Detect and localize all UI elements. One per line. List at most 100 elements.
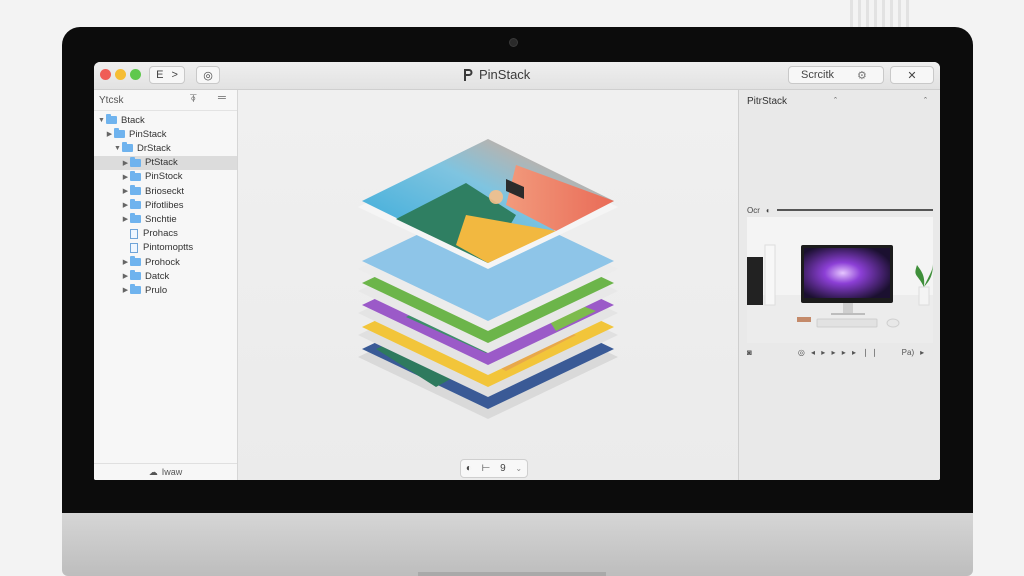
close-window-button[interactable] <box>100 69 111 80</box>
back-button[interactable]: E <box>156 69 163 81</box>
decorative-stripes <box>850 0 910 28</box>
folder-icon <box>130 170 141 181</box>
search-button[interactable]: Scrcitk ⚙ <box>788 66 884 84</box>
folder-icon <box>130 284 141 295</box>
chevron-icon[interactable]: ▶ <box>121 258 130 266</box>
document-icon <box>130 242 138 253</box>
sidebar-item-label: Brioseckt <box>145 185 185 197</box>
playback-controls: ◙ ◎ ◂ ▸ ▸ ▸ ▸ ❘❘ Pa) ▸ <box>747 346 933 358</box>
page-control[interactable]: ◐ ⊢ 9 ⌄ <box>460 459 528 478</box>
sidebar-item-label: PinStack <box>129 128 167 140</box>
chevron-icon[interactable]: ▶ <box>121 187 130 195</box>
sidebar-item[interactable]: ▶ Prulo <box>94 283 237 297</box>
sidebar-item[interactable]: ▶ Datck <box>94 269 237 283</box>
sidebar-item[interactable]: ▶ Snchtie <box>94 212 237 226</box>
app-title: PinStack <box>479 67 531 82</box>
close-button[interactable]: ✕ <box>890 66 934 84</box>
sidebar-item-label: PinStock <box>145 171 183 183</box>
chevron-icon[interactable]: ▶ <box>121 286 130 294</box>
sidebar-item[interactable]: ▶ Prohock <box>94 255 237 269</box>
record-icon[interactable]: ◐ <box>766 206 771 215</box>
nav-button-group[interactable]: E > <box>149 66 185 84</box>
sidebar-item-label: PtStack <box>145 157 178 169</box>
folder-icon <box>130 199 141 210</box>
inspector-title: PitrStack <box>747 96 788 107</box>
window-title: PinStack <box>462 67 530 82</box>
info-icon: ◎ <box>203 69 213 82</box>
sidebar-item[interactable]: ▼ DrStack <box>94 141 237 155</box>
pager-divider-icon[interactable]: ⊢ <box>482 463 491 474</box>
preview-scrub-line[interactable] <box>776 209 933 211</box>
sidebar-header-label: Ytcsk <box>99 94 124 106</box>
pinstack-logo-icon <box>464 68 473 81</box>
sidebar-item[interactable]: ▶ Pifotlibes <box>94 198 237 212</box>
chevron-icon[interactable]: ▼ <box>113 145 122 152</box>
sidebar-item[interactable]: ▶ Brioseckt <box>94 184 237 198</box>
menu-icon[interactable]: ═ <box>218 92 226 104</box>
folder-icon <box>130 256 141 266</box>
collapse-icon[interactable]: ˆ <box>924 96 927 106</box>
transport-buttons[interactable]: ◎ ◂ ▸ ▸ ▸ ▸ ❘❘ <box>798 348 880 357</box>
folder-icon <box>130 270 141 281</box>
chevron-icon[interactable]: ▶ <box>105 130 114 138</box>
play-icon[interactable]: ▸ <box>920 348 924 357</box>
sidebar-item[interactable]: ▶ PinStack <box>94 127 237 141</box>
sidebar-item-label: Snchtie <box>145 213 177 225</box>
camera-toggle-icon[interactable]: ◙ <box>747 348 752 357</box>
folder-icon <box>106 114 117 124</box>
preview-toolbar-label: Ocr <box>747 205 760 215</box>
search-label: Scrcitk <box>801 69 834 81</box>
preview-toolbar: Ocr ◐ <box>747 203 933 217</box>
preview-image <box>747 217 933 343</box>
sidebar-item-label: Prohacs <box>143 228 178 240</box>
add-icon[interactable]: ⍕ <box>190 93 197 106</box>
chevron-icon[interactable]: ▶ <box>121 173 130 181</box>
chevron-icon[interactable]: ▼ <box>97 117 106 124</box>
sidebar-item-label: DrStack <box>137 142 171 154</box>
playback-label[interactable]: Pa) <box>902 348 914 357</box>
half-circle-icon[interactable]: ◐ <box>466 463 472 474</box>
sidebar-item[interactable]: Prohacs <box>94 227 237 241</box>
sidebar-footer-label: Iwaw <box>161 467 183 477</box>
cloud-icon: ☁ <box>148 466 158 477</box>
sidebar-footer[interactable]: ☁ Iwaw <box>94 463 237 480</box>
minimize-window-button[interactable] <box>115 69 126 80</box>
image-stack[interactable] <box>356 135 620 425</box>
info-button[interactable]: ◎ <box>196 66 220 84</box>
folder-icon <box>114 128 125 139</box>
camera-icon <box>509 38 518 47</box>
caret-up-icon[interactable]: ˆ <box>834 96 837 106</box>
sidebar-item-label: Pifotlibes <box>145 199 184 211</box>
title-bar: E > ◎ PinStack Scrcitk ⚙ ✕ <box>94 62 940 90</box>
monitor-chin <box>62 513 973 576</box>
sidebar-item-label: Btack <box>121 114 145 126</box>
folder-icon <box>122 142 133 153</box>
zoom-window-button[interactable] <box>130 69 141 80</box>
sidebar-item[interactable]: ▶ PtStack <box>94 155 237 170</box>
sidebar-item[interactable]: ▼ Btack <box>94 113 237 127</box>
document-icon <box>130 228 138 239</box>
chevron-icon[interactable]: ▶ <box>121 159 130 167</box>
monitor-stand <box>418 572 606 576</box>
sidebar-item[interactable]: Pintomoptts <box>94 241 237 255</box>
sidebar-item-label: Pintomoptts <box>143 242 194 254</box>
sidebar-header: Ytcsk ⍕ ═ <box>94 90 237 111</box>
folder-icon <box>130 156 141 167</box>
sidebar-item-label: Prulo <box>145 284 168 296</box>
folder-icon <box>130 185 141 195</box>
chevron-icon[interactable]: ▶ <box>121 272 130 280</box>
close-icon: ✕ <box>907 69 917 82</box>
chevron-icon[interactable]: ▶ <box>121 201 130 209</box>
sidebar: Ytcsk ⍕ ═ ▼ Btack ▶ PinStack ▼ DrStack ▶ PtStac… <box>94 90 238 480</box>
gear-icon[interactable]: ⚙ <box>857 69 867 82</box>
folder-icon <box>130 213 141 224</box>
page-number[interactable]: 9 <box>500 463 506 474</box>
chevron-icon[interactable]: ▶ <box>121 215 130 223</box>
sidebar-item-label: Prohock <box>145 256 180 268</box>
inspector-panel: PitrStack ˆ ˆ Ocr ◐ ◙ ◎ ◂ ▸ ▸ ▸ ▸ ❘❘ Pa)… <box>738 90 940 480</box>
chevron-down-icon[interactable]: ⌄ <box>515 464 522 473</box>
sidebar-item[interactable]: ▶ PinStock <box>94 170 237 184</box>
forward-button[interactable]: > <box>171 69 177 81</box>
desk-setup-illustration <box>747 244 933 343</box>
app-window: E > ◎ PinStack Scrcitk ⚙ ✕ Ytcsk ⍕ ═ ▼ Bt… <box>94 62 940 480</box>
